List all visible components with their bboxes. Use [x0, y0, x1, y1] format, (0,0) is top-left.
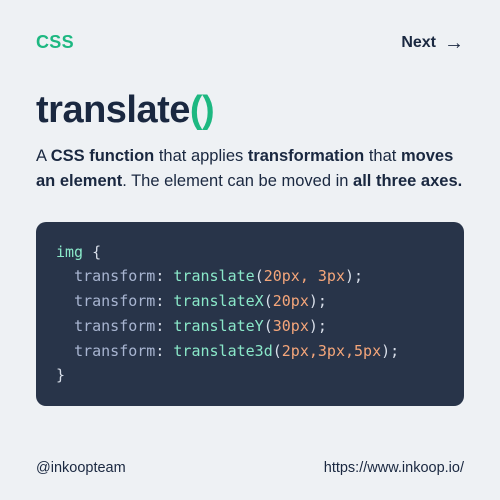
- code-line-close: }: [56, 363, 444, 388]
- next-label: Next: [401, 34, 436, 52]
- handle[interactable]: @inkoopteam: [36, 460, 126, 476]
- header: CSS Next →: [36, 32, 464, 53]
- code-fn: translateY: [173, 317, 263, 335]
- description: A CSS function that applies transformati…: [36, 144, 464, 194]
- code-line: transform: translate(20px, 3px);: [56, 264, 444, 289]
- code-colon: :: [155, 267, 173, 285]
- code-args: 2px,3px,5px: [282, 342, 381, 360]
- next-button[interactable]: Next →: [401, 33, 464, 53]
- code-paren: ): [381, 342, 390, 360]
- url-link[interactable]: https://www.inkoop.io/: [324, 460, 464, 476]
- code-line: transform: translate3d(2px,3px,5px);: [56, 339, 444, 364]
- code-semi: ;: [318, 292, 327, 310]
- desc-bold: CSS function: [51, 147, 155, 165]
- code-colon: :: [155, 317, 173, 335]
- arrow-right-icon: →: [444, 33, 464, 53]
- desc-text: . The element can be moved in: [122, 172, 353, 190]
- code-selector: img: [56, 243, 83, 261]
- code-paren: ): [309, 317, 318, 335]
- desc-text: that applies: [154, 147, 248, 165]
- code-paren: ): [345, 267, 354, 285]
- code-fn: translate3d: [173, 342, 272, 360]
- code-prop: transform: [74, 292, 155, 310]
- desc-text: that: [364, 147, 401, 165]
- title-name: translate: [36, 89, 190, 131]
- footer: @inkoopteam https://www.inkoop.io/: [36, 460, 464, 476]
- code-paren: ): [309, 292, 318, 310]
- code-colon: :: [155, 292, 173, 310]
- code-colon: :: [155, 342, 173, 360]
- code-prop: transform: [74, 267, 155, 285]
- code-brace: {: [83, 243, 101, 261]
- page-title: translate(): [36, 89, 464, 132]
- desc-bold: all three axes.: [353, 172, 462, 190]
- desc-bold: transformation: [248, 147, 364, 165]
- code-fn: translateX: [173, 292, 263, 310]
- code-brace: }: [56, 366, 65, 384]
- code-prop: transform: [74, 317, 155, 335]
- code-semi: ;: [318, 317, 327, 335]
- desc-text: A: [36, 147, 51, 165]
- code-args: 20px, 3px: [264, 267, 345, 285]
- code-prop: transform: [74, 342, 155, 360]
- code-line: transform: translateX(20px);: [56, 289, 444, 314]
- code-fn: translate: [173, 267, 254, 285]
- code-args: 30px: [273, 317, 309, 335]
- code-semi: ;: [354, 267, 363, 285]
- code-paren: (: [264, 292, 273, 310]
- code-paren: (: [273, 342, 282, 360]
- category-label: CSS: [36, 32, 74, 53]
- title-parens: (): [190, 89, 214, 131]
- code-paren: (: [264, 317, 273, 335]
- code-line: transform: translateY(30px);: [56, 314, 444, 339]
- code-block: img { transform: translate(20px, 3px); t…: [36, 222, 464, 407]
- code-args: 20px: [273, 292, 309, 310]
- code-line-open: img {: [56, 240, 444, 265]
- code-semi: ;: [390, 342, 399, 360]
- code-paren: (: [255, 267, 264, 285]
